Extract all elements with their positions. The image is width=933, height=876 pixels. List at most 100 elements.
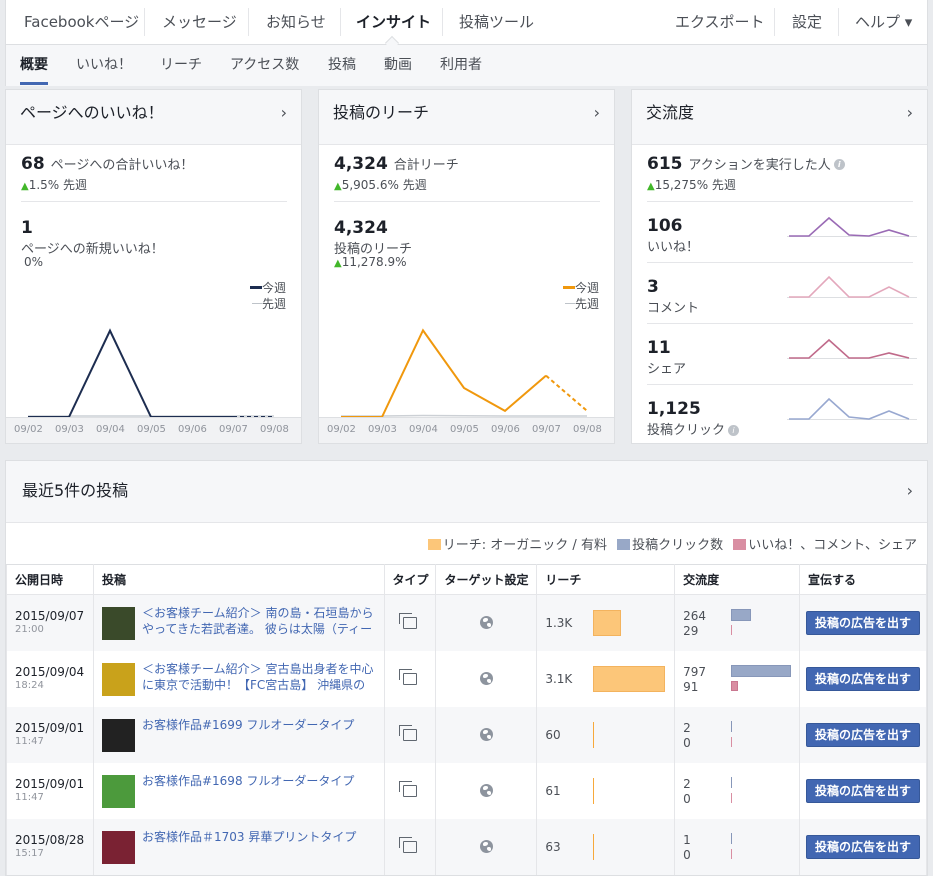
clicks-value: 1 (683, 832, 691, 847)
post-reach-card-header[interactable]: 投稿のリーチ › (319, 90, 614, 145)
chevron-right-icon[interactable]: › (281, 90, 287, 136)
divider (647, 384, 913, 385)
col-published[interactable]: 公開日時 (6, 564, 94, 595)
post-date: 2015/09/04 (15, 664, 85, 679)
globe-icon (479, 728, 493, 741)
nav-notifications[interactable]: お知らせ (266, 0, 326, 44)
legend-swatch-reactions (733, 539, 747, 550)
post-thumbnail[interactable] (101, 830, 135, 864)
post-time: 11:47 (15, 735, 44, 747)
post-thumbnail[interactable] (101, 774, 135, 808)
nav-messages[interactable]: メッセージ (162, 0, 237, 44)
subnav-likes[interactable]: いいね！ (76, 45, 132, 85)
boost-post-button[interactable]: 投稿の広告を出す (805, 666, 920, 691)
reactions-value: 29 (683, 624, 699, 638)
x-tick-label: 09/06 (491, 424, 520, 435)
post-thumbnail[interactable] (101, 607, 135, 640)
col-engagement[interactable]: 交流度 (674, 564, 800, 595)
boost-post-button[interactable]: 投稿の広告を出す (805, 610, 920, 635)
post-text-link[interactable]: お客様作品#1699 フルオーダータイプ (142, 717, 378, 751)
nav-divider (774, 8, 775, 36)
table-row: 2015/09/07 21:00 ＜お客様チーム紹介＞ 南の島・石垣島からやって… (6, 594, 928, 651)
clicks-value: 2 (683, 720, 691, 735)
post-text-link[interactable]: ＜お客様チーム紹介＞ 宮古島出身者を中心に東京で活動中！【FC宮古島】 沖縄県の (142, 661, 378, 695)
legend-swatch-clicks (617, 539, 631, 550)
page-likes-card-header[interactable]: ページへのいいね！ › (6, 90, 301, 145)
boost-post-button[interactable]: 投稿の広告を出す (805, 722, 920, 747)
reactions-value: 91 (683, 679, 699, 694)
globe-icon (479, 784, 493, 797)
post-cell[interactable]: ＜お客様チーム紹介＞ 南の島・石垣島からやってきた若武者達。 彼らは太陽（ティー (92, 594, 385, 651)
subnav-reach[interactable]: リーチ (160, 45, 202, 85)
col-type[interactable]: タイプ (383, 564, 437, 595)
info-icon[interactable]: i (728, 425, 740, 436)
col-reach[interactable]: リーチ (536, 564, 676, 595)
col-post[interactable]: 投稿 (92, 564, 385, 595)
total-engaged-number: 615 (647, 154, 683, 174)
clicks-bar-tick (731, 720, 733, 732)
subnav-posts[interactable]: 投稿 (328, 45, 356, 85)
post-date-cell: 2015/09/01 11:47 (6, 706, 94, 763)
nav-divider (144, 8, 145, 36)
reach-chart-legend: 今週 先週 (562, 280, 599, 312)
shares-label: シェア (647, 362, 687, 377)
x-tick-label: 09/04 (409, 424, 438, 435)
post-cell[interactable]: お客様作品#1698 フルオーダータイプ (92, 762, 385, 819)
post-text-link[interactable]: ＜お客様チーム紹介＞ 南の島・石垣島からやってきた若武者達。 彼らは太陽（ティー (142, 605, 378, 639)
divider (647, 323, 913, 324)
legend-reach: リーチ: オーガニック / 有料 (442, 538, 607, 553)
reactions-bar-tick (731, 848, 733, 859)
subnav-videos[interactable]: 動画 (384, 45, 412, 85)
chevron-right-icon[interactable]: › (907, 461, 913, 521)
chevron-right-icon[interactable]: › (907, 90, 913, 136)
recent-posts-header[interactable]: 最近5件の投稿 › (6, 461, 927, 523)
boost-post-button[interactable]: 投稿の広告を出す (805, 834, 920, 859)
chevron-right-icon[interactable]: › (594, 90, 600, 136)
nav-publishing-tools[interactable]: 投稿ツール (459, 0, 534, 44)
post-date: 2015/09/01 (15, 720, 85, 735)
reach-value: 1.3K (545, 616, 573, 630)
nav-help[interactable]: ヘルプ ▾ (855, 0, 912, 44)
post-text-link[interactable]: お客様作品＃1703 昇華プリントタイプ (142, 829, 378, 863)
nav-export[interactable]: エクスポート (675, 0, 765, 44)
likes-sparkline (787, 216, 917, 237)
subnav-overview[interactable]: 概要 (20, 45, 48, 85)
post-cell[interactable]: お客様作品#1699 フルオーダータイプ (92, 706, 385, 763)
post-type-cell (383, 594, 437, 651)
engagement-card-header[interactable]: 交流度 › (632, 90, 927, 145)
subnav-people[interactable]: 利用者 (440, 45, 482, 85)
table-row: 2015/09/04 18:24 ＜お客様チーム紹介＞ 宮古島出身者を中心に東京… (6, 650, 928, 707)
boost-post-button[interactable]: 投稿の広告を出す (805, 778, 920, 803)
post-reach-change: ▲11,278.9% (334, 255, 407, 269)
promote-cell: 投稿の広告を出す (798, 818, 928, 875)
clicks-bar-tick (731, 776, 733, 788)
series-line-this-week (28, 328, 233, 418)
targeting-cell (435, 594, 538, 651)
reactions-bar (731, 680, 739, 691)
post-reach-value: 4,324 (334, 218, 388, 238)
legend-clicks: 投稿クリック数 (632, 538, 724, 553)
legend-reactions: いいね！、コメント、シェア (748, 538, 917, 553)
promote-cell: 投稿の広告を出す (798, 650, 928, 707)
post-cell[interactable]: ＜お客様チーム紹介＞ 宮古島出身者を中心に東京で活動中！【FC宮古島】 沖縄県の (92, 650, 385, 707)
globe-icon (479, 672, 493, 685)
likes-label: いいね！ (647, 240, 700, 255)
x-tick-label: 09/02 (14, 424, 43, 435)
recent-posts-panel: 最近5件の投稿 › リーチ: オーガニック / 有料 投稿クリック数 いいね！、… (5, 460, 928, 876)
post-cell[interactable]: お客様作品＃1703 昇華プリントタイプ (92, 818, 385, 875)
page-likes-card: ページへのいいね！ › 68 ページへの合計いいね！ ▲1.5% 先週 1 ペー… (5, 89, 302, 444)
nav-settings[interactable]: 設定 (792, 0, 822, 44)
reach-value: 63 (545, 839, 561, 854)
post-thumbnail[interactable] (101, 662, 135, 696)
post-thumbnail[interactable] (101, 718, 135, 752)
info-icon[interactable]: i (833, 158, 845, 170)
nav-divider (248, 8, 249, 36)
reach-cell: 63 (536, 818, 676, 875)
subnav-page-views[interactable]: アクセス数 (230, 45, 299, 85)
post-text-link[interactable]: お客様作品#1698 フルオーダータイプ (142, 773, 378, 807)
reactions-value: 0 (683, 847, 691, 862)
reactions-bar-tick (731, 736, 733, 747)
col-targeting[interactable]: ターゲット設定 (435, 564, 538, 595)
nav-facebook-page[interactable]: Facebookページ (24, 0, 139, 44)
likes-line-chart (28, 328, 274, 418)
